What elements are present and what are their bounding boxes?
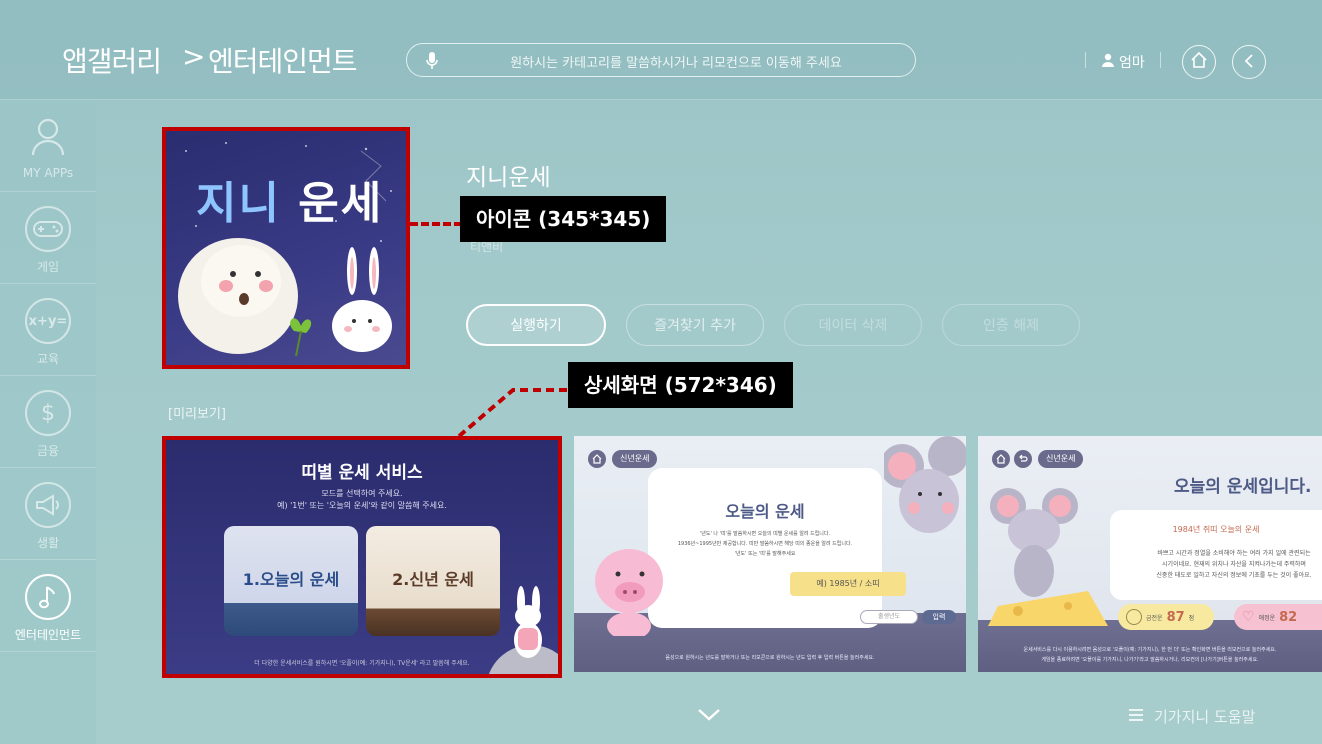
music-note-icon [25,574,71,620]
shot1-card-newyear-label: 2.신년 운세 [392,570,474,589]
breadcrumb-entertainment: 엔터테인먼트 [208,45,358,78]
user-profile[interactable]: 엄마 [1101,52,1145,72]
sidebar-item-label: 생활 [36,536,60,550]
preview-screenshot-2[interactable]: 신년운세 오늘의 운세 '년도' 나 '띠'를 말씀하시면 오늘의 띠별 운세를… [574,436,966,672]
heart-icon: ♡ [1242,609,1255,625]
sidebar-item-finance[interactable]: $ 금융 [0,376,96,468]
pig-illustration [595,549,663,636]
shot3-body3: 신중한 태도로 일하고 자신의 정보에 기초를 두는 것이 좋아요. [1156,572,1312,579]
megaphone-icon [25,482,71,528]
coin-icon [1126,609,1142,625]
shot3-money-value: 87 [1166,609,1185,625]
shot1-card-today-label: 1.오늘의 운세 [242,570,340,589]
dollar-icon: $ [25,390,71,436]
mouse-on-cheese-illustration [988,488,1108,626]
home-icon [992,450,1010,468]
shot3-body2: 시기이네요. 현재의 위치나 자산을 지켜나가는데 주력하며 [1162,561,1306,568]
shot3-footer1: 운세서비스를 다시 이용하시려면 음성으로 '오플이(예: 기가지니), 한 번… [1023,647,1277,653]
shot2-footer: 음성으로 원하시는 년도를 말하거나 또는 리모콘으로 원하시는 년도 입력 후… [665,655,875,661]
person-icon [25,114,71,160]
divider [1085,52,1086,68]
shot3-title: 오늘의 운세입니다. [1174,477,1312,497]
top-bar: 앱갤러리 > 엔터테인먼트 원하시는 카테고리를 말씀하시거나 리모컨으로 이동… [0,0,1322,100]
microphone-icon [425,51,439,75]
shot1-line1: 모드를 선택하여 주세요. [321,489,403,498]
app-icon-title-a: 지니 [196,178,281,229]
shot3-love-value: 82 [1279,609,1298,625]
home-button[interactable] [1182,45,1216,79]
scroll-down-button[interactable] [696,706,722,728]
category-sidebar: MY APPs 게임 x+y= 교육 $ 금융 생활 엔터테인먼트 [0,100,96,744]
shot1-title: 띠별 운세 서비스 [301,463,423,483]
home-icon [1190,51,1208,73]
shot3-tag: 신년운세 [1038,450,1084,468]
shot1-card-newyear: 2.신년 운세 [366,526,500,636]
sidebar-item-game[interactable]: 게임 [0,192,96,284]
user-icon [1101,53,1115,71]
sidebar-item-label: 엔터테인먼트 [14,628,82,642]
shot2-body3: '년도' 또는 '띠'를 말해주세요 [734,551,796,557]
shot2-birth-year-input: 출생년도 [860,610,918,624]
breadcrumb-app-gallery[interactable]: 앱갤러리 [62,40,162,80]
deauthorize-button[interactable]: 인증 해제 [942,304,1080,346]
math-icon: x+y= [25,298,71,344]
voice-search-bar[interactable]: 원하시는 카테고리를 말씀하시거나 리모컨으로 이동해 주세요 [406,43,916,77]
shot2-tag: 신년운세 [612,450,658,468]
shot1-card-today: 1.오늘의 운세 [224,526,358,636]
delete-data-button[interactable]: 데이터 삭제 [784,304,922,346]
help-button[interactable]: 기가지니 도움말 [1128,706,1255,727]
shot3-footer2: 게임을 종료하려면 '오플이를 기가지니, 나가기'라고 말씀하시거나, 리모컨… [1041,657,1259,663]
voice-search-placeholder: 원하시는 카테고리를 말씀하시거나 리모컨으로 이동해 주세요 [510,56,842,71]
shot3-subtitle: 1984년 쥐띠 오늘의 운세 [1172,525,1260,534]
sidebar-item-label: 교육 [36,352,60,366]
shot2-body2: 1936년~1995년만 제공합니다. 띠만 말씀하시면 해당 띠의 종운을 알… [677,541,853,547]
sidebar-item-education[interactable]: x+y= 교육 [0,284,96,376]
shot2-body1: '년도' 나 '띠'를 말씀하시면 오늘의 띠별 운세를 알려 드립니다. [699,531,831,537]
chevron-left-icon [1243,53,1255,72]
preview-label: [미리보기] [168,407,226,422]
shot3-love-badge: ♡ 애정운 82 [1234,604,1322,630]
icon-size-annotation: 아이콘 (345*345) [460,196,667,242]
app-icon-title-b: 운세 [298,178,384,229]
home-icon [588,450,606,468]
sidebar-item-life[interactable]: 생활 [0,468,96,560]
sidebar-item-entertainment[interactable]: 엔터테인먼트 [0,560,96,652]
chevron-down-icon [696,709,722,728]
shot2-title: 오늘의 운세 [725,502,805,521]
shot3-money-unit: 점 [1188,614,1195,622]
shot3-money-badge: 금전운 87 점 [1118,604,1214,630]
divider [1160,52,1161,68]
sidebar-item-label: MY APPs [22,166,74,180]
shot1-footer: 더 다양한 운세서비스를 원하시면 '오플이(예: 기가지니), TV운세' 라… [254,660,470,667]
shot3-love-label: 애정운 [1258,614,1276,622]
back-button[interactable] [1232,45,1266,79]
launch-button[interactable]: 실행하기 [466,304,606,346]
breadcrumb-separator: > [182,40,205,73]
add-favorite-button[interactable]: 즐겨찾기 추가 [626,304,764,346]
shot2-example: 예) 1985년 / 소띠 [790,572,906,596]
back-icon [1014,450,1032,468]
sidebar-item-my-apps[interactable]: MY APPs [0,100,96,192]
menu-icon [1128,708,1144,726]
user-name: 엄마 [1119,55,1145,71]
mouse-illustration [884,436,966,533]
preview-screenshot-1[interactable]: 띠별 운세 서비스 모드를 선택하여 주세요. 예) '1번' 또는 '오늘의 … [162,436,562,678]
shot3-money-label: 금전운 [1146,614,1163,622]
shot3-body1: 바쁘고 시간과 정열을 소비해야 하는 여러 가지 일에 관련되는 [1157,550,1311,557]
sidebar-item-label: 게임 [36,260,60,274]
detail-size-annotation: 상세화면 (572*346) [568,362,793,408]
app-icon: 지니 운세 [162,127,410,369]
app-title: 지니운세 [466,165,551,191]
help-label: 기가지니 도움말 [1154,708,1256,726]
callout-connector [410,222,462,226]
gamepad-icon [25,206,71,252]
shot2-submit-button: 입력 [922,610,956,624]
shot1-line2: 예) '1번' 또는 '오늘의 운세'와 같이 말씀해 주세요. [277,501,447,510]
preview-screenshot-3[interactable]: 신년운세 오늘의 운세입니다. 1984년 쥐띠 오늘의 운세 바쁘고 시간과 … [978,436,1322,672]
sidebar-item-label: 금융 [36,444,60,458]
